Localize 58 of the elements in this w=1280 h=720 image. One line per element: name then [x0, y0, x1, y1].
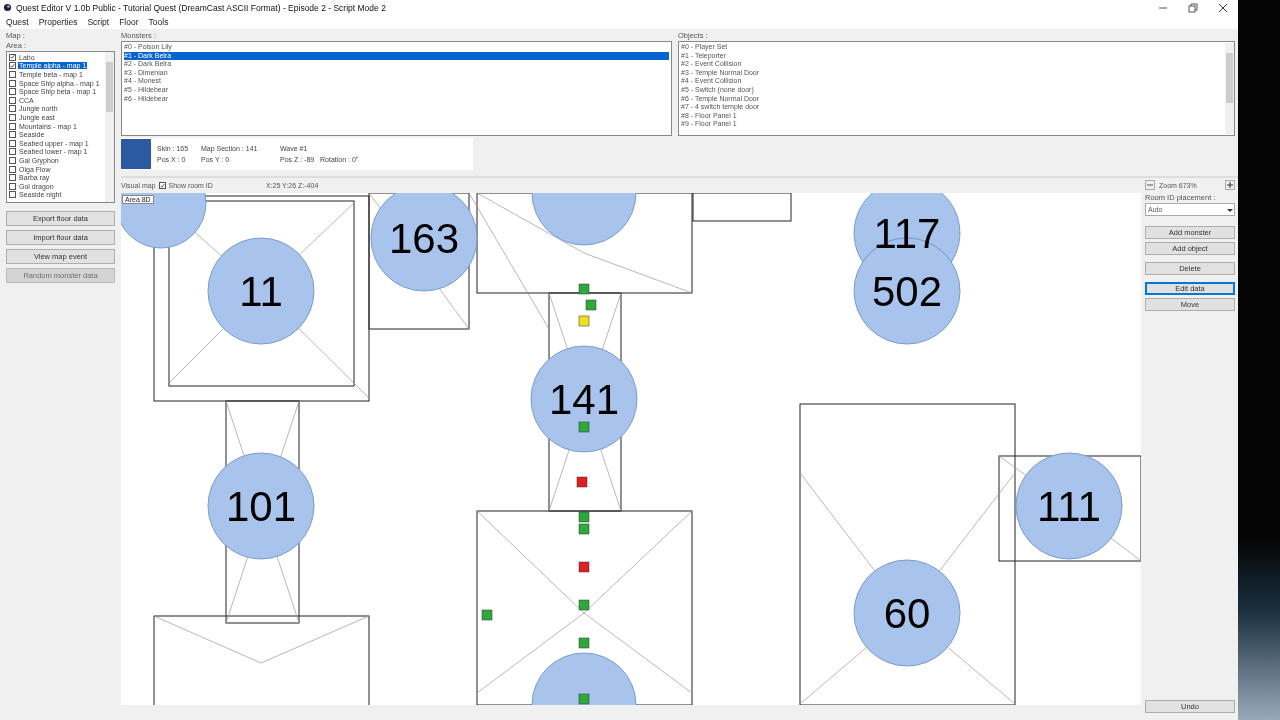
scrollbar[interactable]: [1225, 43, 1234, 134]
restore-icon[interactable]: [1188, 2, 1198, 13]
zoom-in-button[interactable]: [1225, 180, 1235, 190]
menu-item[interactable]: Quest: [6, 17, 29, 27]
app-icon: [3, 3, 12, 12]
checkbox[interactable]: [9, 148, 16, 156]
square-marker-icon[interactable]: [578, 511, 590, 523]
checkbox[interactable]: [9, 182, 16, 190]
plus-icon: [1226, 181, 1234, 189]
room-id: 141: [548, 376, 620, 423]
square-marker-icon[interactable]: [578, 421, 590, 433]
room-id: 163: [388, 215, 460, 262]
room-id: 11: [239, 268, 283, 315]
square-marker-icon[interactable]: [578, 637, 590, 649]
window-title: Quest Editor V 1.0b Public - Tutorial Quest (DreamCast ASCII Format) - Episode 2 - Script Mode 2: [16, 2, 386, 13]
checkbox[interactable]: [9, 71, 16, 78]
room-id: 60: [883, 590, 931, 637]
checkbox[interactable]: [9, 165, 16, 173]
checkbox[interactable]: [9, 79, 16, 87]
checkbox[interactable]: [9, 122, 16, 130]
square-marker-icon[interactable]: [578, 599, 590, 611]
square-marker-icon[interactable]: [578, 523, 590, 535]
room-circle[interactable]: [1015, 452, 1123, 560]
room-id: 117: [873, 210, 941, 257]
square-marker-icon[interactable]: [578, 315, 590, 327]
minus-icon: [1146, 181, 1154, 189]
checkbox[interactable]: [9, 105, 16, 113]
room-circle[interactable]: [530, 345, 638, 453]
menu-item[interactable]: Floor: [119, 17, 139, 27]
room-id: 502: [871, 268, 943, 315]
menu-item[interactable]: Tools: [148, 17, 169, 27]
checkbox[interactable]: [9, 113, 16, 121]
checkbox[interactable]: [9, 191, 16, 199]
square-marker-icon[interactable]: [578, 693, 590, 705]
room-id: 101: [225, 483, 297, 530]
room-circle[interactable]: [207, 237, 315, 345]
checkbox[interactable]: [9, 131, 16, 139]
menu-item[interactable]: Properties: [38, 17, 78, 27]
checkbox[interactable]: [9, 139, 16, 147]
checkbox[interactable]: [9, 88, 16, 96]
room-circle[interactable]: [207, 452, 315, 560]
square-marker-icon[interactable]: [576, 476, 588, 488]
checkbox[interactable]: [9, 156, 16, 164]
square-marker-icon[interactable]: [585, 299, 597, 311]
checkbox[interactable]: [9, 62, 16, 70]
checkbox[interactable]: [9, 53, 16, 61]
menu-item[interactable]: Script: [87, 17, 110, 27]
monster-portrait-placeholder: [121, 139, 151, 169]
room-id: 111: [1037, 483, 1101, 530]
checkbox[interactable]: [158, 182, 166, 189]
room-circle[interactable]: [853, 559, 961, 667]
close-icon[interactable]: [1218, 2, 1228, 13]
square-marker-icon[interactable]: [578, 283, 590, 295]
checkbox[interactable]: [9, 174, 16, 182]
scrollbar[interactable]: [105, 52, 114, 202]
square-marker-icon[interactable]: [578, 561, 590, 573]
checkbox[interactable]: [9, 96, 16, 104]
square-marker-icon[interactable]: [481, 609, 493, 621]
